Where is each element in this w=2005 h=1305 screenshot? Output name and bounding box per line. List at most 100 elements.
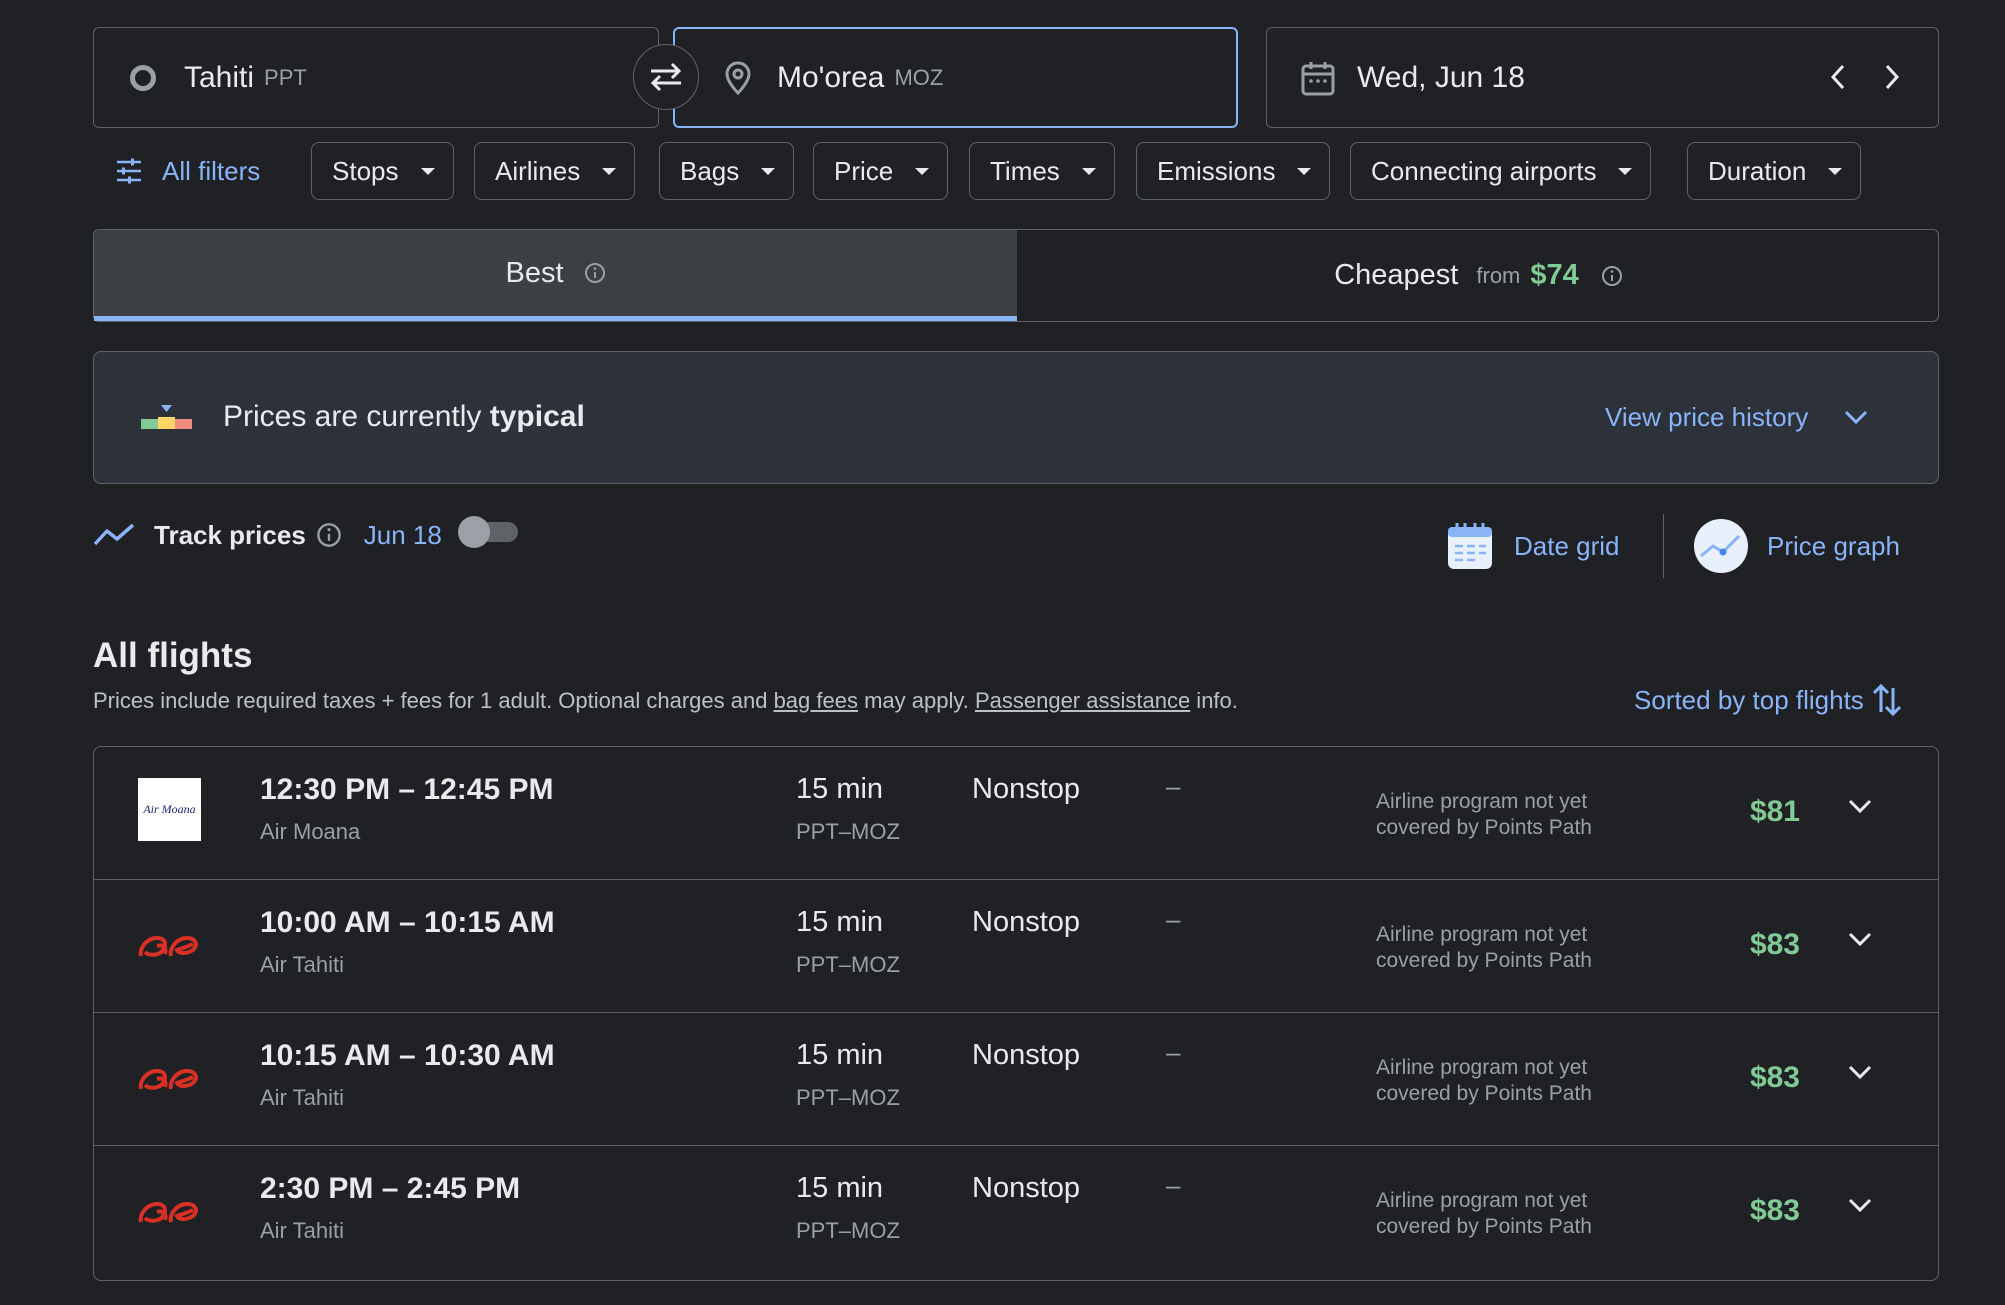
origin-city: Tahiti [184, 60, 255, 94]
all-filters-label: All filters [162, 155, 261, 186]
flight-route: PPT–MOZ [796, 1218, 900, 1243]
tune-icon [117, 158, 141, 184]
filter-duration[interactable]: Duration [1687, 142, 1862, 200]
note-line: covered by Points Path [1376, 1215, 1592, 1238]
chevron-left-icon [1830, 64, 1845, 90]
flight-route: PPT–MOZ [796, 819, 900, 844]
flight-price: $83 [1749, 928, 1800, 961]
note-text: may apply. [857, 688, 975, 713]
flight-emissions: – [1166, 904, 1181, 934]
sort-tabs: Best Cheapest from $74 [93, 229, 1939, 322]
flight-price: $83 [1749, 1194, 1800, 1227]
price-level-icon [141, 405, 192, 429]
flight-stops: Nonstop [972, 906, 1081, 938]
price-graph-label: Price graph [1767, 530, 1900, 561]
note-line: covered by Points Path [1376, 949, 1592, 972]
filter-emissions[interactable]: Emissions [1136, 142, 1331, 200]
air-tahiti-logo [138, 1068, 198, 1090]
filter-stops[interactable]: Stops [311, 142, 454, 200]
calendar-icon [1301, 61, 1335, 95]
note-line: Airline program not yet [1376, 1189, 1588, 1212]
filter-bags[interactable]: Bags [659, 142, 795, 200]
date-grid-label: Date grid [1514, 530, 1620, 561]
flight-row[interactable]: 10:00 AM – 10:15 AM Air Tahiti 15 min PP… [94, 880, 1938, 1013]
cheapest-from-label: from [1476, 262, 1521, 288]
chevron-down-icon [1845, 410, 1868, 425]
origin-field[interactable]: Tahiti PPT [93, 27, 659, 128]
filter-connecting-airports[interactable]: Connecting airports [1350, 142, 1652, 200]
filter-label: Emissions [1157, 155, 1276, 186]
flight-price: $81 [1749, 795, 1800, 828]
flight-stops: Nonstop [972, 773, 1081, 805]
expand-chevron-icon[interactable] [1846, 797, 1874, 815]
tab-cheapest-label: Cheapest [1334, 259, 1459, 291]
trend-icon [93, 523, 135, 546]
note-line: Airline program not yet [1376, 790, 1588, 813]
caret-down-icon [420, 167, 435, 175]
sort-arrows-icon [1872, 683, 1901, 717]
flight-duration: 15 min [796, 1172, 884, 1204]
track-date: Jun 18 [363, 519, 442, 550]
filter-label: Times [990, 155, 1060, 186]
caret-down-icon [1828, 167, 1843, 175]
tab-cheapest[interactable]: Cheapest from $74 [1017, 230, 1940, 321]
flight-airline: Air Tahiti [260, 1085, 344, 1110]
track-prices-toggle[interactable] [458, 516, 522, 548]
note-line: Airline program not yet [1376, 1056, 1588, 1079]
caret-down-icon [1618, 167, 1633, 175]
air-moana-logo: Air Moana [138, 778, 201, 841]
swap-arrows-icon [650, 62, 682, 92]
info-icon[interactable] [584, 262, 606, 284]
filter-label: Connecting airports [1371, 155, 1597, 186]
flight-time: 2:30 PM – 2:45 PM [260, 1172, 521, 1205]
price-insight-text: Prices are currently typical [223, 400, 585, 434]
date-grid-button[interactable]: Date grid [1446, 520, 1620, 572]
tab-best[interactable]: Best [94, 230, 1017, 321]
location-pin-icon [725, 60, 751, 95]
divider [1663, 514, 1664, 578]
expand-chevron-icon[interactable] [1846, 1196, 1874, 1214]
destination-city: Mo'orea [777, 60, 885, 94]
tab-best-label: Best [505, 256, 564, 289]
flight-emissions: – [1166, 771, 1181, 801]
flight-time: 10:15 AM – 10:30 AM [260, 1039, 555, 1072]
info-icon[interactable] [316, 522, 342, 548]
note-line: covered by Points Path [1376, 816, 1592, 839]
insight-level: typical [489, 400, 585, 433]
destination-field[interactable]: Mo'orea MOZ [673, 27, 1238, 128]
view-price-history-label: View price history [1605, 401, 1809, 432]
note-text: Prices include required taxes + fees for… [93, 688, 774, 713]
all-filters-button[interactable]: All filters [114, 142, 260, 200]
departure-date-field[interactable]: Wed, Jun 18 [1266, 27, 1939, 128]
view-price-history-button[interactable]: View price history [1605, 397, 1870, 437]
flight-route: PPT–MOZ [796, 1085, 900, 1110]
expand-chevron-icon[interactable] [1846, 930, 1874, 948]
flight-duration: 15 min [796, 773, 884, 805]
passenger-assistance-link[interactable]: Passenger assistance [975, 688, 1190, 713]
note-line: Airline program not yet [1376, 923, 1588, 946]
sort-label: Sorted by top flights [1634, 684, 1864, 715]
previous-date-button[interactable] [1827, 60, 1847, 99]
filter-times[interactable]: Times [969, 142, 1115, 200]
filter-price[interactable]: Price [813, 142, 949, 200]
note-line: covered by Points Path [1376, 1082, 1592, 1105]
swap-button[interactable] [633, 44, 699, 110]
next-date-button[interactable] [1883, 60, 1903, 99]
filter-airlines[interactable]: Airlines [474, 142, 636, 200]
flight-airline: Air Moana [260, 819, 361, 844]
info-icon[interactable] [1601, 265, 1623, 287]
bag-fees-link[interactable]: bag fees [774, 688, 858, 713]
price-graph-button[interactable]: Price graph [1693, 518, 1900, 574]
flight-route: PPT–MOZ [796, 952, 900, 977]
flight-airline: Air Tahiti [260, 1218, 344, 1243]
filter-label: Bags [680, 155, 740, 186]
expand-chevron-icon[interactable] [1846, 1063, 1874, 1081]
flight-row[interactable]: 2:30 PM – 2:45 PM Air Tahiti 15 min PPT–… [94, 1146, 1938, 1279]
sort-button[interactable]: Sorted by top flights [1634, 680, 1902, 720]
calendar-grid-icon [1448, 523, 1492, 569]
chevron-right-icon [1885, 64, 1900, 90]
flight-row[interactable]: Air Moana 12:30 PM – 12:45 PM Air Moana … [94, 747, 1938, 880]
flight-emissions: – [1166, 1037, 1181, 1067]
departure-date: Wed, Jun 18 [1357, 60, 1525, 94]
flight-row[interactable]: 10:15 AM – 10:30 AM Air Tahiti 15 min PP… [94, 1013, 1938, 1146]
